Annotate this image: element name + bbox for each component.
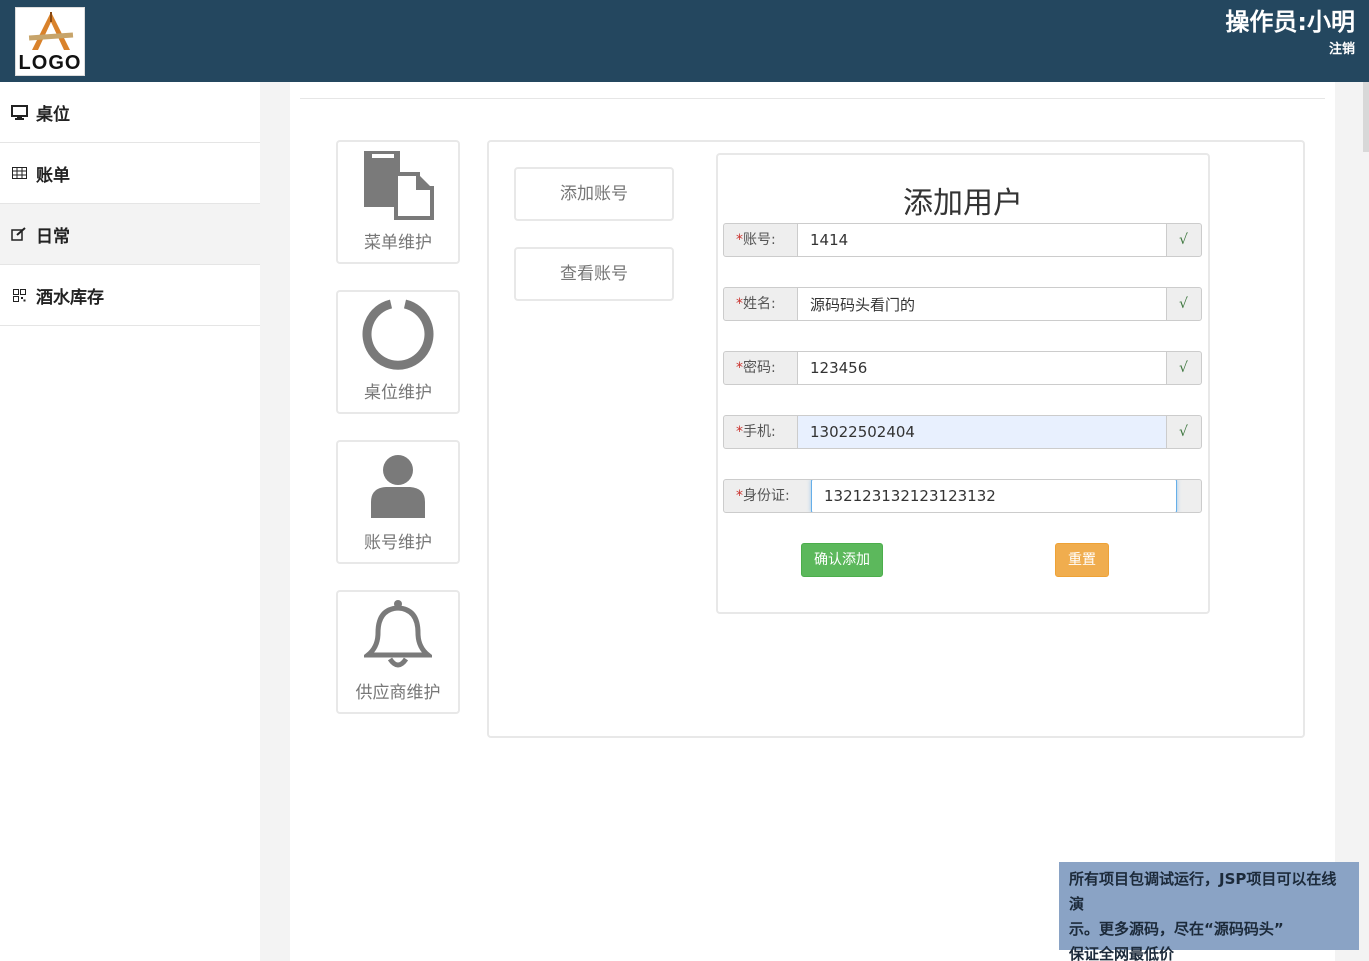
qrcode-icon bbox=[10, 286, 28, 304]
add-account-button[interactable]: 添加账号 bbox=[514, 167, 674, 221]
valid-check: √ bbox=[1179, 424, 1188, 440]
sidebar-item-label: 账单 bbox=[36, 165, 70, 186]
divider bbox=[300, 98, 1325, 99]
notice-line: 所有项目包调试运行，JSP项目可以在线演 bbox=[1069, 870, 1337, 913]
promo-notice: 所有项目包调试运行，JSP项目可以在线演 示。更多源码，尽在“源码码头” 保证全… bbox=[1059, 862, 1359, 961]
tile-label: 桌位维护 bbox=[364, 383, 432, 403]
tile-table-maintenance[interactable]: 桌位维护 bbox=[336, 290, 460, 414]
phone-input[interactable] bbox=[797, 416, 1167, 448]
password-input[interactable] bbox=[797, 352, 1167, 384]
logo-text: LOGO bbox=[18, 52, 82, 74]
logo-graphic-icon bbox=[28, 12, 74, 50]
sidebar-item-label: 酒水库存 bbox=[36, 287, 104, 308]
id-card-row: *身份证: bbox=[723, 479, 1202, 513]
tile-account-maintenance[interactable]: 账号维护 bbox=[336, 440, 460, 564]
tile-label: 账号维护 bbox=[364, 533, 432, 553]
field-label: *手机: bbox=[736, 424, 776, 440]
required-star: * bbox=[736, 360, 743, 376]
field-label: *账号: bbox=[736, 232, 776, 248]
view-accounts-button[interactable]: 查看账号 bbox=[514, 247, 674, 301]
id-card-input[interactable] bbox=[811, 480, 1177, 512]
field-label: *姓名: bbox=[736, 296, 776, 312]
sidebar-item-bills[interactable]: 账单 bbox=[0, 143, 260, 204]
top-header: LOGO 操作员:小明 注销 bbox=[0, 0, 1369, 82]
sidebar: 桌位 账单 日常 酒水库存 bbox=[0, 82, 260, 961]
user-icon bbox=[338, 447, 458, 523]
password-row: *密码: √ bbox=[723, 351, 1202, 385]
tile-label: 供应商维护 bbox=[355, 683, 441, 703]
sidebar-item-label: 桌位 bbox=[36, 104, 70, 125]
notice-line: 示。更多源码，尽在“源码码头” bbox=[1069, 920, 1284, 938]
bell-icon bbox=[338, 597, 458, 673]
logout-link[interactable]: 注销 bbox=[1329, 38, 1355, 57]
sidebar-item-drinks-stock[interactable]: 酒水库存 bbox=[0, 265, 260, 326]
sidebar-item-tables[interactable]: 桌位 bbox=[0, 82, 260, 143]
form-title: 添加用户 bbox=[903, 186, 1023, 221]
valid-check: √ bbox=[1179, 232, 1188, 248]
name-input[interactable] bbox=[797, 288, 1167, 320]
notice-link[interactable]: 保证全网最低价 www.icodedock.com bbox=[1069, 942, 1351, 961]
name-row: *姓名: √ bbox=[723, 287, 1202, 321]
copy-icon bbox=[338, 147, 458, 223]
monitor-icon bbox=[10, 103, 28, 121]
scrollbar[interactable] bbox=[1363, 82, 1369, 152]
field-label: *身份证: bbox=[736, 488, 790, 504]
required-star: * bbox=[736, 488, 743, 504]
required-star: * bbox=[736, 296, 743, 312]
account-row: *账号: √ bbox=[723, 223, 1202, 257]
valid-check: √ bbox=[1179, 360, 1188, 376]
tile-supplier-maintenance[interactable]: 供应商维护 bbox=[336, 590, 460, 714]
logo[interactable]: LOGO bbox=[15, 7, 85, 76]
field-label: *密码: bbox=[736, 360, 776, 376]
required-star: * bbox=[736, 424, 743, 440]
circle-notch-icon bbox=[338, 297, 458, 373]
sidebar-item-daily[interactable]: 日常 bbox=[0, 204, 260, 265]
tile-menu-maintenance[interactable]: 菜单维护 bbox=[336, 140, 460, 264]
operator-name: 操作员:小明 bbox=[1225, 8, 1355, 36]
required-star: * bbox=[736, 232, 743, 248]
table-icon bbox=[10, 164, 28, 182]
sidebar-item-label: 日常 bbox=[36, 226, 70, 247]
tile-label: 菜单维护 bbox=[364, 233, 432, 253]
edit-icon bbox=[10, 225, 28, 243]
valid-check: √ bbox=[1179, 296, 1188, 312]
reset-button[interactable]: 重置 bbox=[1055, 543, 1109, 577]
phone-row: *手机: √ bbox=[723, 415, 1202, 449]
right-gutter bbox=[1335, 82, 1369, 961]
account-input[interactable] bbox=[797, 224, 1167, 256]
confirm-add-button[interactable]: 确认添加 bbox=[801, 543, 883, 577]
